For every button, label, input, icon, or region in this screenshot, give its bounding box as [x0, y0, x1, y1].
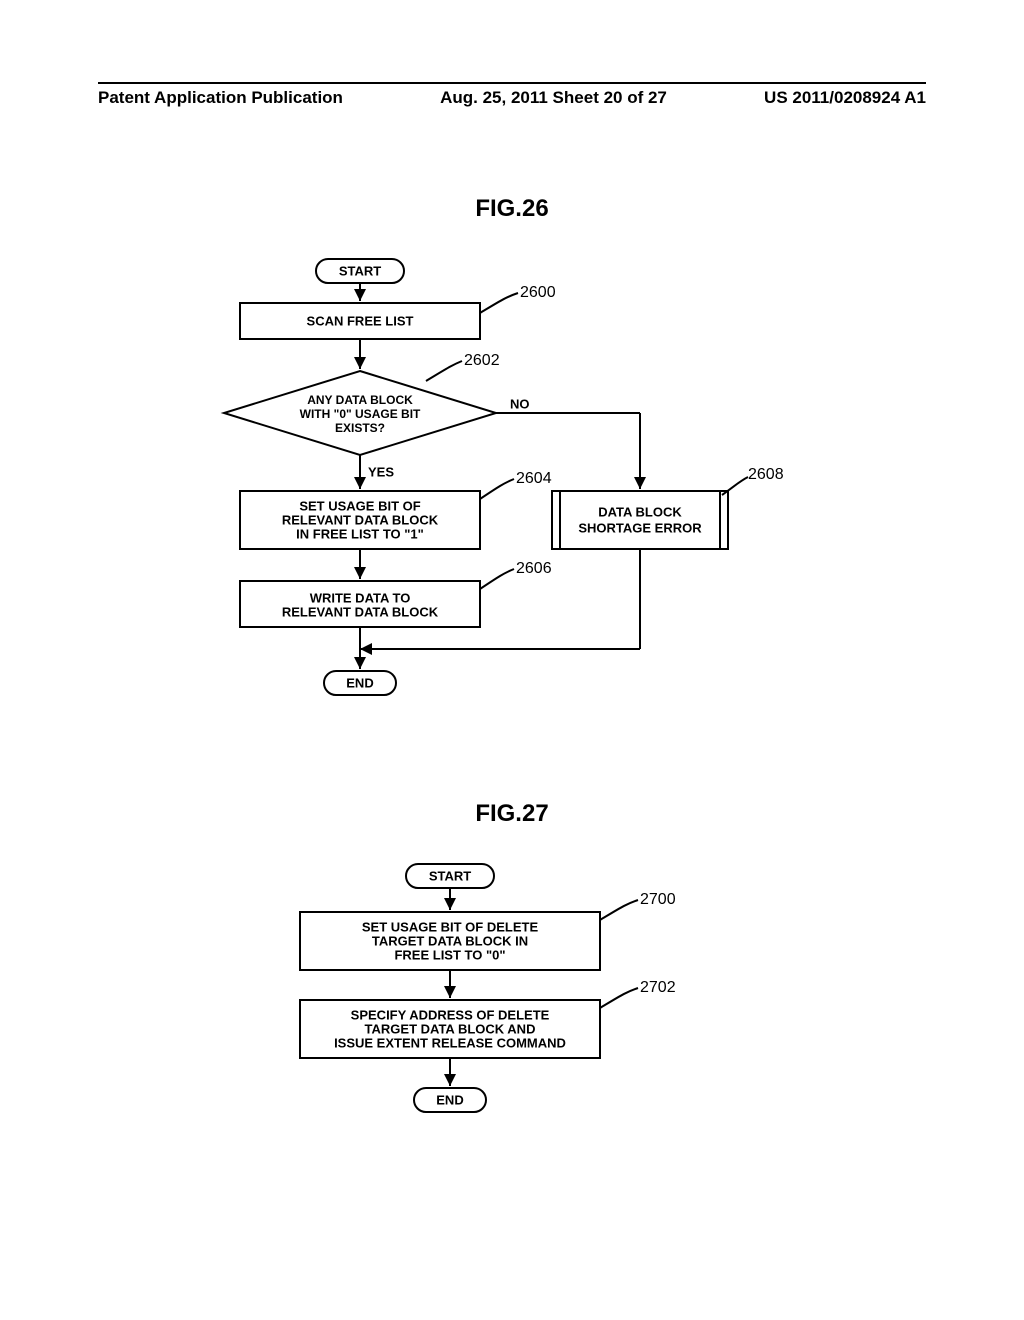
- ref-2702: 2702: [640, 979, 676, 996]
- ref-2602: 2602: [464, 352, 500, 369]
- fig26-b2608-2: SHORTAGE ERROR: [578, 520, 702, 535]
- ref-2606: 2606: [516, 560, 552, 577]
- fig27-start: START: [429, 868, 471, 883]
- page-header: Patent Application Publication Aug. 25, …: [98, 82, 926, 108]
- fig26-d2602-3: EXISTS?: [335, 421, 385, 435]
- header-mid: Aug. 25, 2011 Sheet 20 of 27: [440, 88, 667, 108]
- fig27-b2702-3: ISSUE EXTENT RELEASE COMMAND: [334, 1035, 566, 1050]
- fig26-d2602-1: ANY DATA BLOCK: [307, 393, 413, 407]
- fig26-d2602-2: WITH "0" USAGE BIT: [300, 407, 421, 421]
- fig26-b2604-2: RELEVANT DATA BLOCK: [282, 512, 439, 527]
- fig26-end: END: [346, 675, 373, 690]
- fig26-diagram: START SCAN FREE LIST 2600 ANY DATA BLOCK…: [200, 255, 760, 735]
- fig26-b2604-3: IN FREE LIST TO "1": [296, 526, 424, 541]
- fig27-diagram: START SET USAGE BIT OF DELETE TARGET DAT…: [240, 860, 780, 1160]
- header-right: US 2011/0208924 A1: [764, 88, 926, 108]
- header-left: Patent Application Publication: [98, 88, 343, 108]
- fig27-b2700-1: SET USAGE BIT OF DELETE: [362, 919, 539, 934]
- page: Patent Application Publication Aug. 25, …: [0, 0, 1024, 1320]
- fig26-b2600: SCAN FREE LIST: [307, 313, 414, 328]
- fig27-b2700-2: TARGET DATA BLOCK IN: [372, 933, 528, 948]
- fig27-b2700-3: FREE LIST TO "0": [394, 947, 505, 962]
- fig26-no: NO: [510, 396, 530, 411]
- ref-2600: 2600: [520, 284, 556, 301]
- fig27-end: END: [436, 1092, 463, 1107]
- ref-2608: 2608: [748, 466, 784, 483]
- fig27-b2702-2: TARGET DATA BLOCK AND: [365, 1021, 536, 1036]
- fig27-title: FIG.27: [0, 800, 1024, 828]
- ref-2700: 2700: [640, 891, 676, 908]
- fig26-b2606-1: WRITE DATA TO: [310, 590, 411, 605]
- fig26-yes: YES: [368, 464, 394, 479]
- fig26-title: FIG.26: [0, 195, 1024, 223]
- ref-2604: 2604: [516, 470, 552, 487]
- fig27-b2702-1: SPECIFY ADDRESS OF DELETE: [351, 1007, 550, 1022]
- fig26-start: START: [339, 263, 381, 278]
- fig26-b2606-2: RELEVANT DATA BLOCK: [282, 604, 439, 619]
- fig26-b2608-1: DATA BLOCK: [598, 504, 682, 519]
- fig26-b2604-1: SET USAGE BIT OF: [299, 498, 420, 513]
